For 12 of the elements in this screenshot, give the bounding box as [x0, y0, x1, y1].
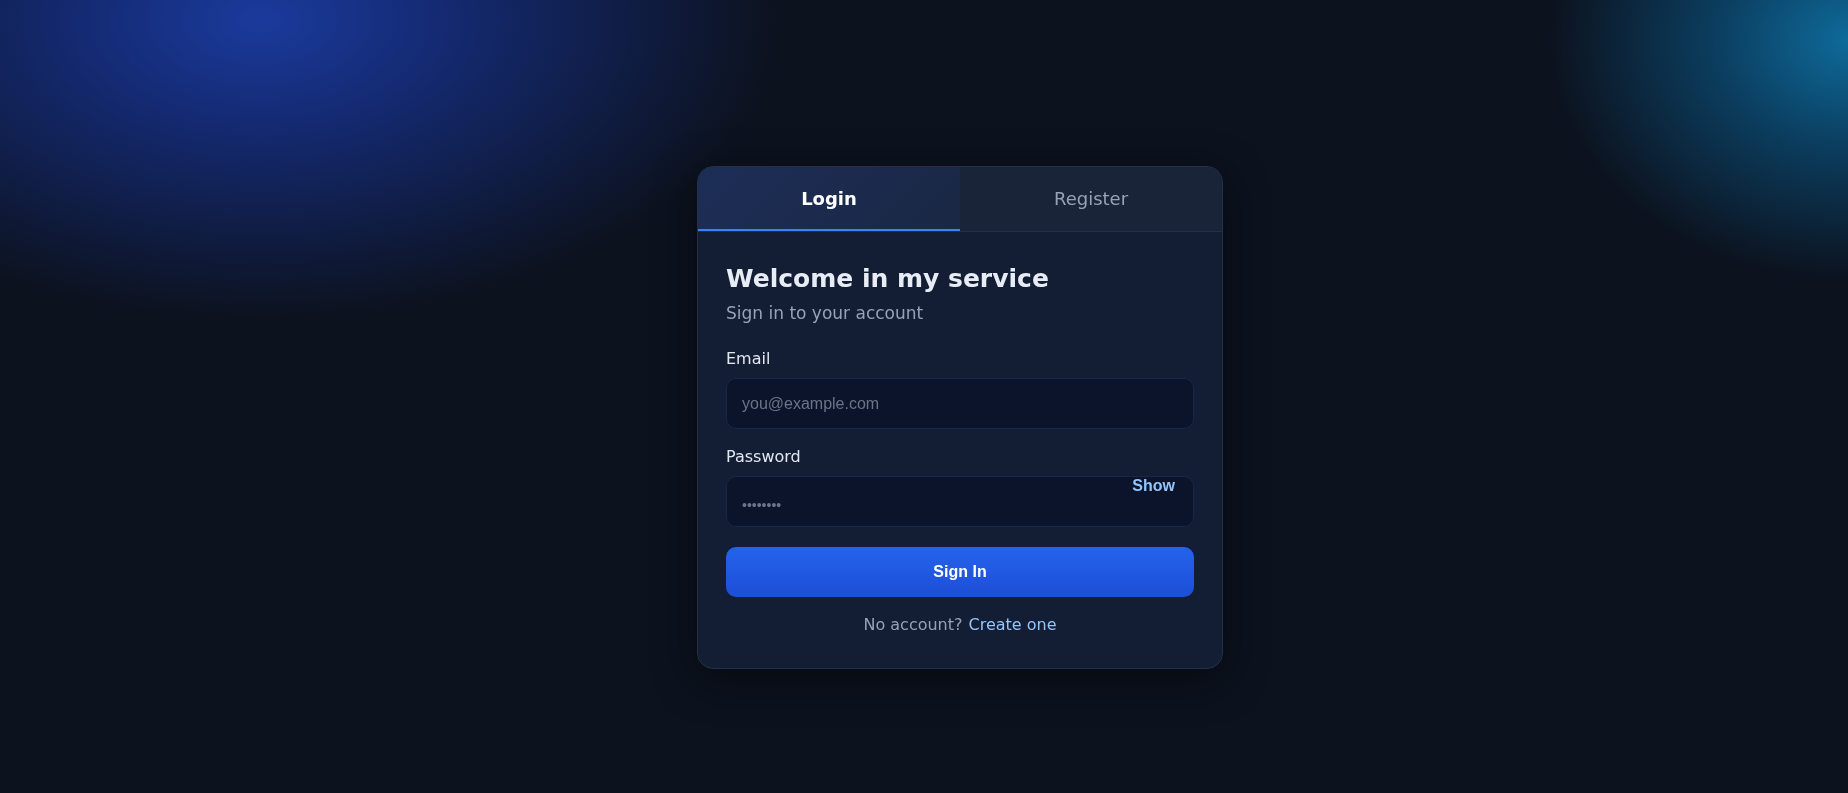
tab[interactable]: Login [698, 167, 960, 231]
show-password-link[interactable]: Show [1132, 477, 1175, 495]
password-field[interactable]: •••••••• Show [726, 476, 1194, 527]
email-field[interactable]: you@example.com [726, 378, 1194, 429]
field-label: Password [726, 447, 802, 466]
create-account-link[interactable]: Create one [968, 615, 1057, 634]
tab[interactable]: Register [960, 167, 1222, 231]
footer-text: No account? [863, 615, 963, 634]
form-subtitle: Sign in to your account [726, 303, 925, 323]
sign-in-button[interactable]: Sign In [726, 547, 1194, 597]
field-label: Email [726, 349, 772, 368]
form-title: Welcome in my service [726, 264, 1050, 293]
